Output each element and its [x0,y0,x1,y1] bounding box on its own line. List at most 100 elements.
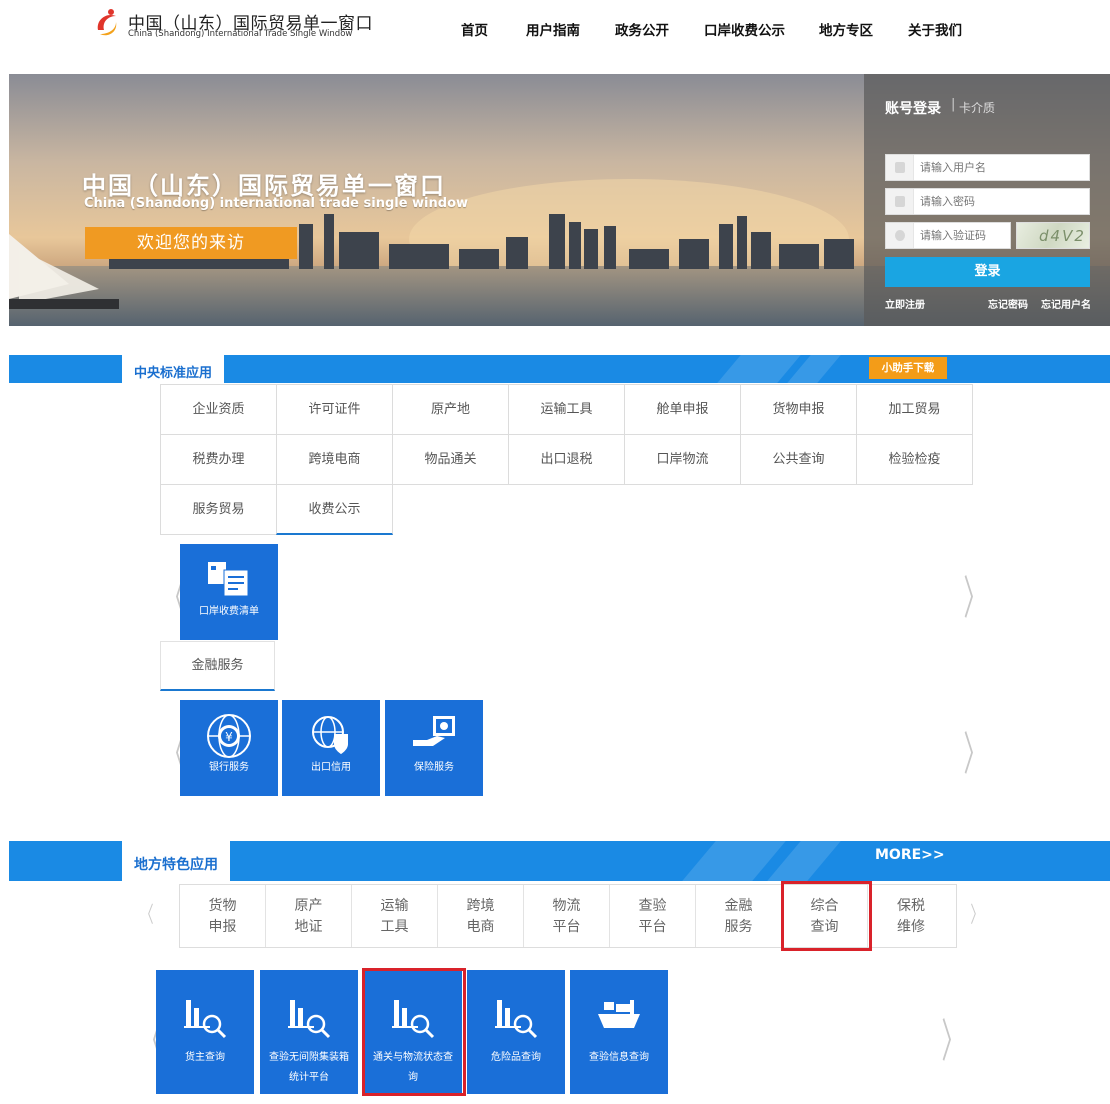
cat-goods-declaration[interactable]: 货物申报 [740,384,857,435]
central-apps-tab[interactable]: 中央标准应用 [122,355,225,383]
finance-services-tab[interactable]: 金融服务 [160,641,275,691]
local-cat-logistics-platform[interactable]: 物流 平台 [524,885,610,947]
tile-label-line2: 询 [408,1072,418,1083]
account-login-tab[interactable]: 账号登录 [885,98,941,118]
local-cat-finance[interactable]: 金融 服务 [696,885,782,947]
document-icon [208,562,249,597]
local-cat-inspection-platform[interactable]: 查验 平台 [610,885,696,947]
inspection-info-query-tile[interactable]: 查验信息查询 [570,970,668,1094]
top-header: 中国（山东）国际贸易单一窗口 China (Shandong) Internat… [0,0,1110,58]
dangerous-goods-query-tile[interactable]: 危险品查询 [467,970,565,1094]
clearance-logistics-status-tile[interactable]: 通关与物流状态查 询 [364,970,462,1094]
port-fee-list-tile[interactable]: 口岸收费清单 [180,544,278,640]
cat-export-rebate[interactable]: 出口退税 [508,434,625,485]
cat-manifest[interactable]: 舱单申报 [624,384,741,435]
hero-banner: 中国（山东）国际贸易单一窗口 China (Shandong) internat… [9,74,1110,326]
cat-origin[interactable]: 原产地 [392,384,509,435]
nav-port-fees[interactable]: 口岸收费公示 [704,19,785,39]
local-cat-bonded-repair[interactable]: 保税 维修 [868,885,954,947]
helper-download-button[interactable]: 小助手下载 [869,357,947,379]
nav-gov-affairs[interactable]: 政务公开 [615,19,669,39]
ship-icon [598,1000,640,1028]
cell-line2: 维修 [897,919,925,935]
local-cat-cross-border[interactable]: 跨境 电商 [438,885,524,947]
svg-text:¥: ¥ [225,730,233,744]
cat-port-logistics[interactable]: 口岸物流 [624,434,741,485]
cell-line1: 运输 [380,898,409,914]
forgot-password-link[interactable]: 忘记密码 [988,296,1028,311]
cat-fee-disclosure[interactable]: 收费公示 [276,484,393,535]
card-login-tab[interactable]: 卡介质 [959,99,995,116]
fee-next-arrow-icon[interactable]: 〉 [964,562,987,628]
local-prev-arrow-icon[interactable]: 〈 [140,897,153,929]
logo-icon[interactable] [94,8,120,38]
register-link[interactable]: 立即注册 [885,296,925,311]
captcha-image[interactable]: d4V2 [1016,222,1090,249]
cell-line2: 查询 [810,919,839,935]
central-apps-bar: 中央标准应用 小助手下载 [9,355,1110,383]
login-panel: 账号登录 | 卡介质 d4V2 登录 立即注册 忘记密码 忘记用户名 [864,74,1110,326]
cell-line1: 保税 [897,898,925,914]
cell-line1: 货物 [208,898,237,914]
password-input[interactable] [920,193,1080,211]
cell-line1: 跨境 [466,898,495,914]
captcha-field[interactable] [885,222,1011,249]
shield-globe-icon [312,716,348,754]
cat-transport[interactable]: 运输工具 [508,384,625,435]
forgot-username-link[interactable]: 忘记用户名 [1041,296,1091,311]
local-cat-origin-cert[interactable]: 原产 地证 [266,885,352,947]
shield-icon [886,223,914,248]
username-field[interactable] [885,154,1090,181]
password-field[interactable] [885,188,1090,215]
cat-processing-trade[interactable]: 加工贸易 [856,384,973,435]
local-tiles-next-arrow-icon[interactable]: 〉 [942,1005,965,1071]
captcha-input[interactable] [920,227,1008,245]
owner-query-tile[interactable]: 货主查询 [156,970,254,1094]
cat-service-trade[interactable]: 服务贸易 [160,484,277,535]
cell-line2: 平台 [552,919,581,935]
banner-subtitle: China (Shandong) international trade sin… [84,196,469,211]
cell-line1: 综合 [810,898,839,914]
site-subtitle: China (Shandong) International Trade Sin… [128,29,353,39]
tile-label: 查验信息查询 [589,1052,649,1063]
local-apps-tab[interactable]: 地方特色应用 [122,841,230,881]
local-cat-goods-declaration[interactable]: 货物 申报 [180,885,266,947]
cell-line1: 物流 [552,898,581,914]
nav-local-zone[interactable]: 地方专区 [819,19,873,39]
local-category-row: 货物 申报 原产 地证 运输 工具 跨境 电商 物流 平台 查验 平台 金融 服务 综合 查询 … [179,884,957,948]
chart-search-icon [184,1000,227,1039]
bank-services-tile[interactable]: ¥ 银行服务 [180,700,278,796]
insurance-services-tile[interactable]: 保险服务 [385,700,483,796]
cat-tax[interactable]: 税费办理 [160,434,277,485]
nav-home[interactable]: 首页 [461,19,488,39]
nav-about-us[interactable]: 关于我们 [908,19,962,39]
cell-line2: 平台 [638,919,667,935]
local-cat-comprehensive-query[interactable]: 综合 查询 [782,885,868,947]
tile-label-line2: 统计平台 [289,1072,329,1083]
cat-licenses[interactable]: 许可证件 [276,384,393,435]
cat-enterprise-qualification[interactable]: 企业资质 [160,384,277,435]
cell-line2: 电商 [466,919,495,935]
welcome-banner-button[interactable]: 欢迎您的来访 [85,227,297,259]
cat-inspection[interactable]: 检验检疫 [856,434,973,485]
cat-public-query[interactable]: 公共查询 [740,434,857,485]
local-cat-transport[interactable]: 运输 工具 [352,885,438,947]
cell-line2: 申报 [208,919,237,935]
local-next-arrow-icon[interactable]: 〉 [970,897,983,929]
cat-article-clearance[interactable]: 物品通关 [392,434,509,485]
tile-label: 银行服务 [209,762,249,773]
cat-cross-border-ecommerce[interactable]: 跨境电商 [276,434,393,485]
tile-label: 危险品查询 [491,1052,541,1063]
more-link[interactable]: MORE>> [875,847,945,863]
login-button[interactable]: 登录 [885,257,1090,287]
tile-label: 出口信用 [311,762,351,773]
export-credit-tile[interactable]: 出口信用 [282,700,380,796]
chart-search-icon [495,1000,538,1039]
chart-search-icon [288,1000,331,1039]
username-input[interactable] [920,159,1080,177]
tile-label-line1: 查验无间隙集装箱 [269,1052,349,1063]
nav-user-guide[interactable]: 用户指南 [526,19,580,39]
tile-label: 保险服务 [414,762,454,773]
finance-next-arrow-icon[interactable]: 〉 [964,718,987,784]
container-stats-tile[interactable]: 查验无间隙集装箱 统计平台 [260,970,358,1094]
